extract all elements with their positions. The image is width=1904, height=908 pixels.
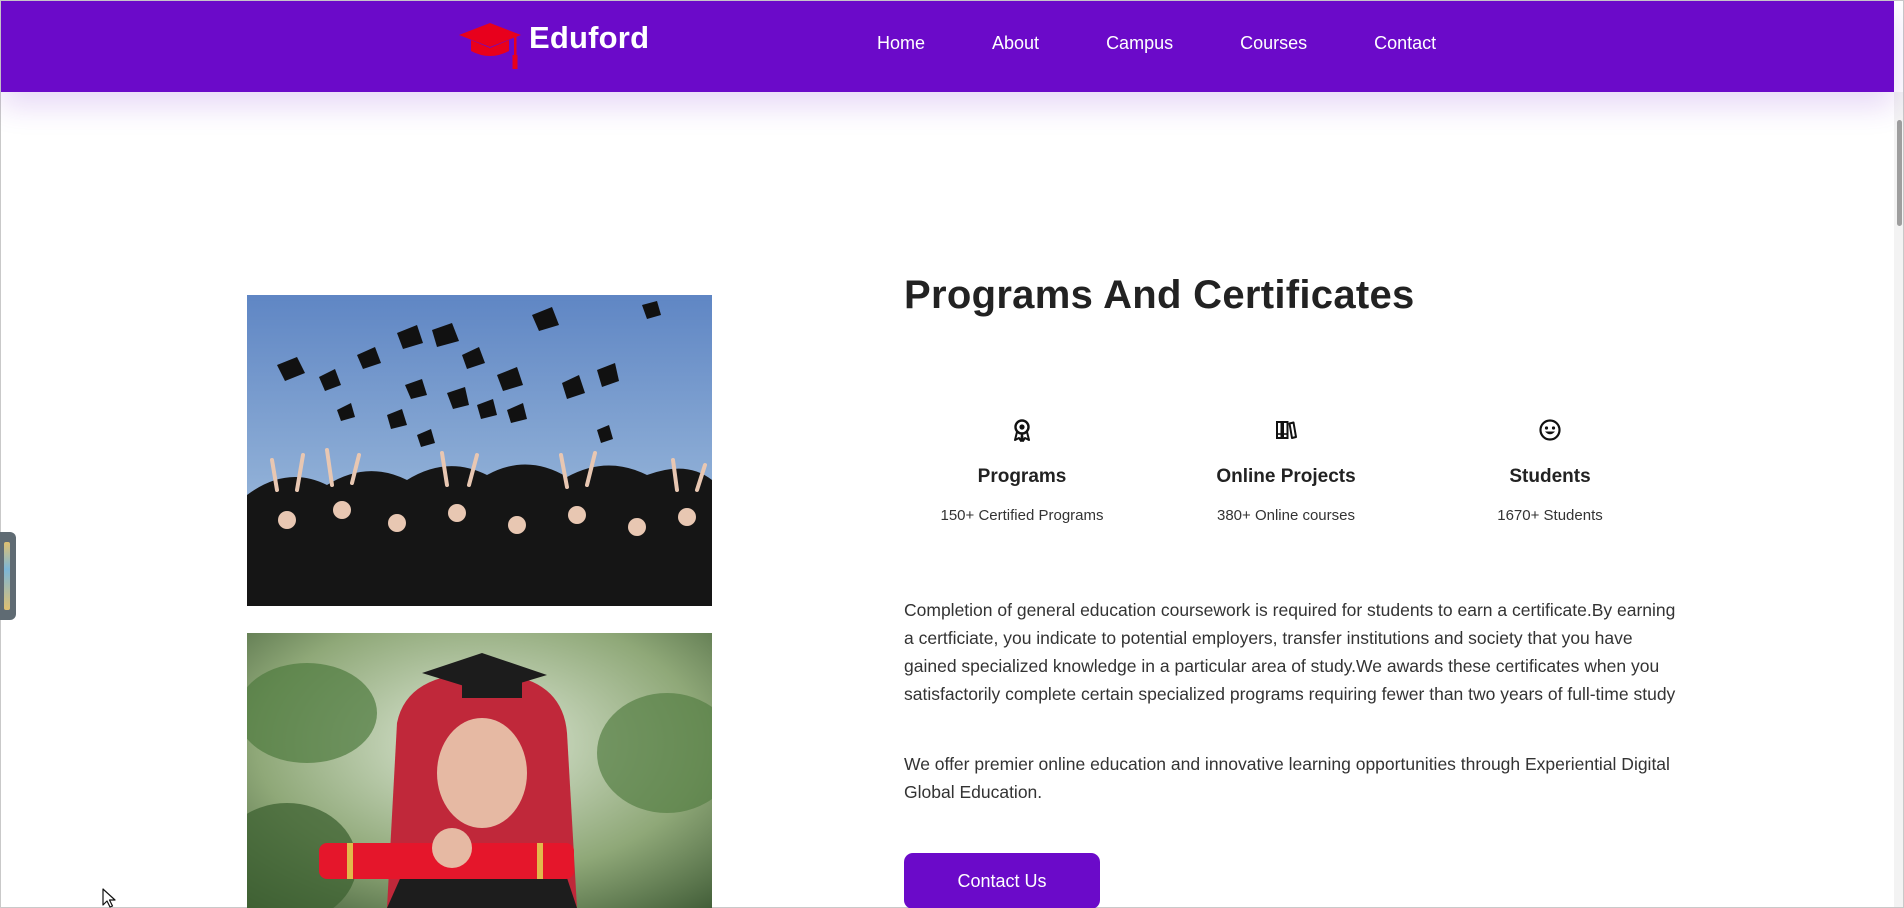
description-paragraph: Completion of general education coursewo… xyxy=(904,600,1676,704)
stat-subtitle: 1670+ Students xyxy=(1497,507,1603,524)
brand-logo[interactable]: Eduford xyxy=(457,17,649,73)
nav-link-home[interactable]: Home xyxy=(877,33,925,54)
graduate-with-diploma-photo xyxy=(247,633,712,908)
side-panel-handle-grip xyxy=(4,542,10,610)
stat-students: Students 1670+ Students xyxy=(1430,418,1670,524)
nav-link-contact[interactable]: Contact xyxy=(1374,33,1436,54)
smiley-face-icon xyxy=(1539,419,1561,441)
stat-subtitle: 380+ Online courses xyxy=(1216,507,1355,524)
brand-name: Eduford xyxy=(529,20,650,55)
contact-us-button[interactable]: Contact Us xyxy=(904,853,1100,908)
stat-programs: Programs 150+ Certified Programs xyxy=(902,418,1142,524)
books-icon xyxy=(1276,421,1297,439)
stat-online-projects: Online Projects 380+ Online courses xyxy=(1166,418,1406,524)
stat-subtitle: 150+ Certified Programs xyxy=(940,507,1104,524)
graduation-cap-icon xyxy=(459,23,521,69)
mouse-pointer-icon xyxy=(102,888,116,908)
nav-link-campus[interactable]: Campus xyxy=(1106,33,1173,54)
side-panel-handle[interactable] xyxy=(0,532,16,620)
graduation-caps-photo xyxy=(247,295,712,606)
stat-title: Students xyxy=(1509,466,1591,487)
stat-title: Programs xyxy=(977,466,1067,487)
award-ribbon-icon xyxy=(1014,419,1030,442)
nav-link-about[interactable]: About xyxy=(992,33,1039,54)
section-title: Programs And Certificates xyxy=(904,273,1415,317)
intro-paragraph: We offer premier online education and in… xyxy=(904,754,1670,802)
stat-title: Online Projects xyxy=(1216,466,1356,487)
scrollbar-thumb[interactable] xyxy=(1897,120,1902,226)
nav-link-courses[interactable]: Courses xyxy=(1240,33,1307,54)
main-navigation: Home About Campus Courses Contact xyxy=(877,33,1503,54)
navbar: Eduford Home About Campus Courses Contac… xyxy=(1,1,1894,92)
